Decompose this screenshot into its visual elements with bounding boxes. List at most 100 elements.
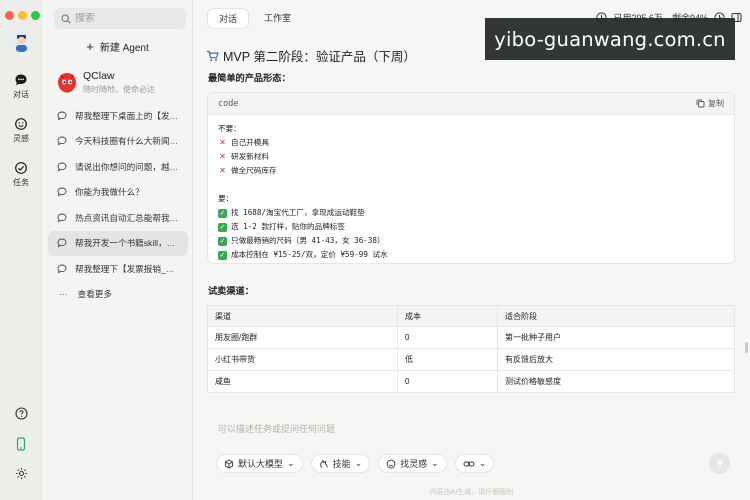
qclaw-logo-icon [58, 73, 76, 93]
chevron-down-icon: ⌄ [287, 458, 295, 468]
no-item: 研发新材料 [231, 152, 269, 161]
conversation-item[interactable]: 热点资讯自动汇总能帮我做... [48, 205, 188, 231]
search-icon [61, 13, 71, 24]
table-cell: 测试价格敏感度 [497, 370, 735, 393]
section-title: 最简单的产品形态： [208, 73, 291, 83]
code-line: ✕ 自己开模具 [218, 136, 734, 150]
chat-bubble-icon [57, 213, 67, 223]
conversation-list: 帮我整理下桌面上的【发票报... 今天科技圈有什么大新闻，整... 请说出你想问… [48, 103, 188, 307]
conversation-item-active[interactable]: 帮我开发一个书籍skill，能... [48, 230, 188, 256]
table-cell: 咸鱼 [207, 370, 398, 393]
tab-chat[interactable]: 对话 [207, 8, 250, 29]
agent-name: QClaw [83, 70, 115, 82]
help-icon [14, 407, 28, 420]
chat-bubble-icon [57, 187, 67, 197]
link-button[interactable]: ⌄ [454, 454, 495, 473]
skill-icon [319, 459, 328, 468]
icon-rail: 对话 灵感 任务 [0, 0, 42, 500]
search-input[interactable] [75, 13, 175, 24]
code-line: ✓ 选 1-2 款打样，贴你的品牌标签 [218, 220, 734, 234]
table-row: 朋友圈/跑群 0 第一批种子用户 [207, 326, 735, 349]
conversation-title: 帮我整理下桌面上的【发票报... [75, 110, 179, 121]
scrollbar[interactable] [745, 342, 748, 353]
conversation-title: 今天科技圈有什么大新闻，整... [75, 136, 179, 147]
cross-icon: ✕ [219, 152, 226, 161]
arrow-up-icon [716, 459, 723, 467]
check-icon: ✓ [218, 222, 227, 232]
agent-subtitle: 随时随地，使命必达 [83, 85, 155, 94]
table-cell: 0 [397, 326, 498, 349]
ai-disclaimer: 内容由AI生成，请仔细甄别 [429, 489, 514, 496]
conversation-item[interactable]: 帮我整理下【发票报销_副本... [48, 256, 188, 282]
copy-label: 复制 [708, 99, 724, 108]
table-header-row: 渠道 成本 适合阶段 [207, 305, 735, 327]
inspiration-label: 找灵感 [400, 459, 428, 469]
new-agent-button[interactable]: + 新建 Agent [42, 38, 193, 55]
conversation-item[interactable]: 帮我整理下桌面上的【发票报... [48, 103, 188, 129]
view-more-label: 查看更多 [77, 289, 112, 299]
rail-task[interactable]: 任务 [0, 161, 42, 188]
settings-button[interactable] [0, 467, 42, 480]
code-line: ✓ 成本控制在 ¥15-25/双，定价 ¥59-99 试水 [218, 248, 734, 262]
phone-button[interactable] [0, 437, 42, 451]
code-line: 不要： [218, 122, 734, 136]
cross-icon: ✕ [219, 138, 226, 147]
section-title: 试卖渠道： [208, 286, 254, 296]
inspiration-icon [15, 118, 27, 130]
yes-label: 要： [218, 194, 234, 203]
smile-icon [386, 459, 396, 468]
inspiration-button[interactable]: 找灵感 ⌄ [378, 454, 447, 473]
conversation-item[interactable]: 今天科技圈有什么大新闻，整... [48, 129, 188, 155]
user-avatar[interactable] [11, 31, 32, 52]
maximize-window-button[interactable] [31, 11, 40, 20]
rail-inspiration[interactable]: 灵感 [0, 117, 42, 144]
table-cell: 朋友圈/跑群 [207, 326, 398, 349]
view-more-button[interactable]: ··· 查看更多 [48, 282, 188, 307]
plus-icon: + [86, 38, 94, 54]
sidebar: + 新建 Agent QClaw 随时随地，使命必达 帮我整理下桌面上的【发票报… [42, 0, 193, 500]
task-icon [15, 162, 27, 174]
conversation-item[interactable]: 你能为我做什么？ [48, 180, 188, 206]
search-box[interactable] [54, 8, 186, 29]
agent-card[interactable]: QClaw 随时随地，使命必达 [54, 69, 189, 99]
close-window-button[interactable] [5, 11, 14, 20]
yes-item: 找 1688/淘宝代工厂，拿现成运动鞋垫 [231, 208, 365, 217]
chevron-down-icon: ⌄ [354, 458, 363, 468]
chevron-down-icon: ⌄ [478, 458, 487, 468]
window-controls [5, 11, 40, 20]
code-line: 要： [218, 192, 734, 206]
send-button[interactable] [709, 453, 730, 474]
skills-label: 技能 [332, 459, 351, 469]
table-header: 适合阶段 [497, 305, 735, 327]
chat-bubble-icon [57, 264, 67, 274]
page-title-text: MVP 第二阶段：验证产品（下周） [223, 50, 416, 64]
conversation-title: 请说出你想问的问题，越具体... [75, 161, 179, 172]
app-window: 对话 灵感 任务 搜索 + 新建 Agent QClaw 随时随地，使命必达 帮… [0, 0, 750, 500]
conversation-title: 帮我开发一个书籍skill，能... [75, 238, 179, 249]
tab-studio[interactable]: 工作室 [253, 8, 302, 29]
model-selector[interactable]: 默认大模型 ⌄ [216, 454, 303, 473]
cross-icon: ✕ [219, 166, 226, 175]
phone-icon [16, 437, 26, 451]
tab-bar: 对话 工作室 [207, 8, 302, 29]
rail-task-label: 任务 [13, 178, 29, 187]
composer-input[interactable]: 可以描述任务或提问任何问题 [218, 422, 335, 435]
check-icon: ✓ [218, 208, 227, 218]
no-item: 自己开模具 [231, 138, 269, 147]
model-label: 默认大模型 [238, 459, 284, 469]
composer-toolbar: 默认大模型 ⌄ 技能 ⌄ 找灵感 ⌄ ⌄ [216, 454, 495, 473]
yes-item: 成本控制在 ¥15-25/双，定价 ¥59-99 试水 [231, 250, 388, 259]
chat-bubble-icon [57, 111, 67, 121]
page-title: MVP 第二阶段：验证产品（下周） [206, 46, 416, 65]
copy-button[interactable]: 复制 [696, 98, 724, 109]
rail-chat[interactable]: 对话 [0, 73, 42, 100]
help-button[interactable] [0, 407, 42, 420]
conversation-item[interactable]: 请说出你想问的问题，越具体... [48, 154, 188, 180]
code-line: ✕ 做全尺码库存 [218, 164, 734, 178]
minimize-window-button[interactable] [18, 11, 27, 20]
yes-item: 只做最畅销的尺码（男 41-43，女 36-38） [231, 236, 385, 245]
table-cell: 0 [397, 370, 498, 393]
skills-button[interactable]: 技能 ⌄ [310, 454, 371, 473]
conversation-title: 帮我整理下【发票报销_副本... [75, 263, 179, 274]
